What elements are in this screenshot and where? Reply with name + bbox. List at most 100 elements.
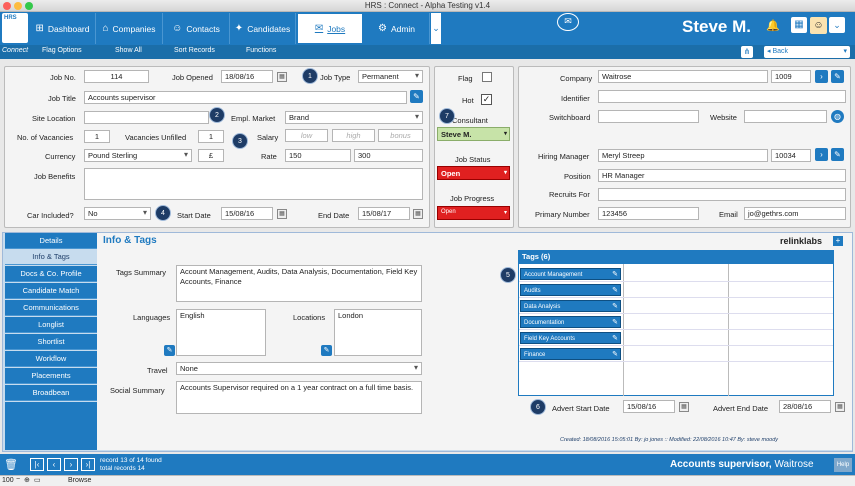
position-field[interactable]: HR Manager <box>598 169 846 182</box>
flag-checkbox[interactable] <box>482 72 492 82</box>
primary-number-field[interactable]: 123456 <box>598 207 699 220</box>
languages-list[interactable]: English <box>176 309 266 356</box>
zoom-out-icon[interactable]: − <box>16 476 20 483</box>
tag-chip[interactable]: Account Management <box>520 268 621 281</box>
website-field[interactable] <box>744 110 827 123</box>
advert-start-field[interactable]: 15/08/16 <box>623 400 675 413</box>
nav-contacts[interactable]: ☺ Contacts <box>163 13 230 44</box>
previous-record-button[interactable]: ‹ <box>47 458 61 471</box>
next-record-button[interactable]: › <box>64 458 78 471</box>
advert-end-field[interactable]: 28/08/16 <box>779 400 831 413</box>
switchboard-field[interactable] <box>598 110 699 123</box>
edit-locations-icon[interactable]: ✎ <box>321 345 332 356</box>
car-included-dropdown[interactable]: No <box>84 207 151 220</box>
job-opened-calendar-icon[interactable]: ▦ <box>277 72 287 82</box>
vacancies-field[interactable]: 1 <box>84 130 110 143</box>
start-date-field[interactable]: 15/08/16 <box>221 207 273 220</box>
identifier-field[interactable] <box>598 90 846 103</box>
edit-languages-icon[interactable]: ✎ <box>164 345 175 356</box>
back-dropdown[interactable]: ◂ Back ▾ <box>764 46 850 58</box>
travel-dropdown[interactable]: None <box>176 362 422 375</box>
currency-symbol-field[interactable]: £ <box>198 149 224 162</box>
tag-chip[interactable]: Finance <box>520 348 621 361</box>
tab-details[interactable]: Details <box>5 233 97 249</box>
trash-icon[interactable]: 🗑 <box>4 458 18 471</box>
empl-market-dropdown[interactable]: Brand <box>285 111 423 124</box>
nav-candidates[interactable]: ✦ Candidates <box>230 13 296 44</box>
salary-bonus-field[interactable]: bonus <box>378 129 423 142</box>
salary-low-field[interactable]: low <box>285 129 328 142</box>
nav-companies[interactable]: ⌂ Companies <box>96 13 163 44</box>
nav-chevron-icon[interactable]: ⌄ <box>431 13 441 44</box>
hot-checkbox[interactable]: ✓ <box>481 94 492 105</box>
nav-dashboard[interactable]: ⊞ Dashboard <box>30 13 96 44</box>
job-no-field[interactable]: 114 <box>84 70 149 83</box>
end-date-field[interactable]: 15/08/17 <box>358 207 410 220</box>
social-summary-field[interactable]: Accounts Supervisor required on a 1 year… <box>176 381 422 414</box>
job-opened-field[interactable]: 18/08/16 <box>221 70 273 83</box>
rate-max-field[interactable]: 300 <box>354 149 423 162</box>
tab-placements[interactable]: Placements <box>5 368 97 384</box>
first-record-button[interactable]: |‹ <box>30 458 44 471</box>
end-date-calendar-icon[interactable]: ▦ <box>413 209 423 219</box>
nav-jobs[interactable]: ✉ Jobs <box>297 13 363 44</box>
edit-company-icon[interactable]: ✎ <box>831 70 844 83</box>
currency-dropdown[interactable]: Pound Sterling <box>84 149 192 162</box>
last-record-button[interactable]: ›| <box>81 458 95 471</box>
tab-shortlist[interactable]: Shortlist <box>5 334 97 350</box>
add-tag-icon[interactable]: + <box>833 236 843 246</box>
locations-list[interactable]: London <box>334 309 422 356</box>
go-to-contact-icon[interactable]: › <box>815 148 828 161</box>
advert-end-calendar-icon[interactable]: ▦ <box>835 402 845 412</box>
salary-high-field[interactable]: high <box>332 129 375 142</box>
tab-workflow[interactable]: Workflow <box>5 351 97 367</box>
tag-chip[interactable]: Documentation <box>520 316 621 329</box>
calendar-icon[interactable]: ▦ <box>791 17 807 33</box>
nav-admin[interactable]: ⚙ Admin <box>364 13 430 44</box>
share-icon[interactable]: ⋔ <box>741 46 753 58</box>
hiring-manager-id-field[interactable]: 10034 <box>771 149 811 162</box>
zoom-in-icon[interactable]: ⊕ <box>24 476 30 484</box>
job-title-field[interactable]: Accounts supervisor <box>84 91 407 104</box>
minimize-window-button[interactable] <box>14 2 22 10</box>
vacancies-unfilled-field[interactable]: 1 <box>198 130 224 143</box>
tab-info-tags[interactable]: Info & Tags <box>5 249 97 265</box>
tags-summary-field[interactable]: Account Management, Audits, Data Analysi… <box>176 265 422 302</box>
edit-contact-icon[interactable]: ✎ <box>831 148 844 161</box>
hiring-manager-field[interactable]: Meryl Streep <box>598 149 768 162</box>
zoom-window-button[interactable] <box>25 2 33 10</box>
show-all-menu[interactable]: Show All <box>115 47 142 54</box>
tab-longlist[interactable]: Longlist <box>5 317 97 333</box>
job-type-dropdown[interactable]: Permanent <box>358 70 423 83</box>
rate-min-field[interactable]: 150 <box>285 149 351 162</box>
tab-broadbean[interactable]: Broadbean <box>5 385 97 401</box>
help-button[interactable]: Help <box>834 458 852 472</box>
globe-icon[interactable]: ◍ <box>831 110 844 123</box>
go-to-company-icon[interactable]: › <box>815 70 828 83</box>
toggle-toolbar-icon[interactable]: ▭ <box>34 476 41 484</box>
recruits-for-field[interactable] <box>598 188 846 201</box>
company-field[interactable]: Waitrose <box>598 70 768 83</box>
tag-chip[interactable]: Audits <box>520 284 621 297</box>
site-location-field[interactable] <box>84 111 209 124</box>
close-window-button[interactable] <box>3 2 11 10</box>
notification-bell-icon[interactable]: 🔔 <box>766 19 780 32</box>
mail-icon[interactable]: ✉ <box>557 13 579 31</box>
job-progress-dropdown[interactable]: Open ▾ <box>437 206 510 220</box>
tag-chip[interactable]: Field Key Accounts <box>520 332 621 345</box>
sort-records-menu[interactable]: Sort Records <box>174 47 215 54</box>
edit-job-title-icon[interactable]: ✎ <box>410 90 423 103</box>
consultant-dropdown[interactable]: Steve M. ▾ <box>437 127 510 141</box>
job-status-dropdown[interactable]: Open ▾ <box>437 166 510 180</box>
advert-start-calendar-icon[interactable]: ▦ <box>679 402 689 412</box>
tab-docs-co-profile[interactable]: Docs & Co. Profile <box>5 266 97 282</box>
avatar[interactable]: ☺ <box>810 17 827 34</box>
company-id-field[interactable]: 1009 <box>771 70 811 83</box>
tag-chip[interactable]: Data Analysis <box>520 300 621 313</box>
tab-candidate-match[interactable]: Candidate Match <box>5 283 97 299</box>
email-field[interactable]: jo@gethrs.com <box>744 207 846 220</box>
start-date-calendar-icon[interactable]: ▦ <box>277 209 287 219</box>
tab-communications[interactable]: Communications <box>5 300 97 316</box>
flag-options-menu[interactable]: Flag Options <box>42 47 82 54</box>
functions-menu[interactable]: Functions <box>246 47 276 54</box>
